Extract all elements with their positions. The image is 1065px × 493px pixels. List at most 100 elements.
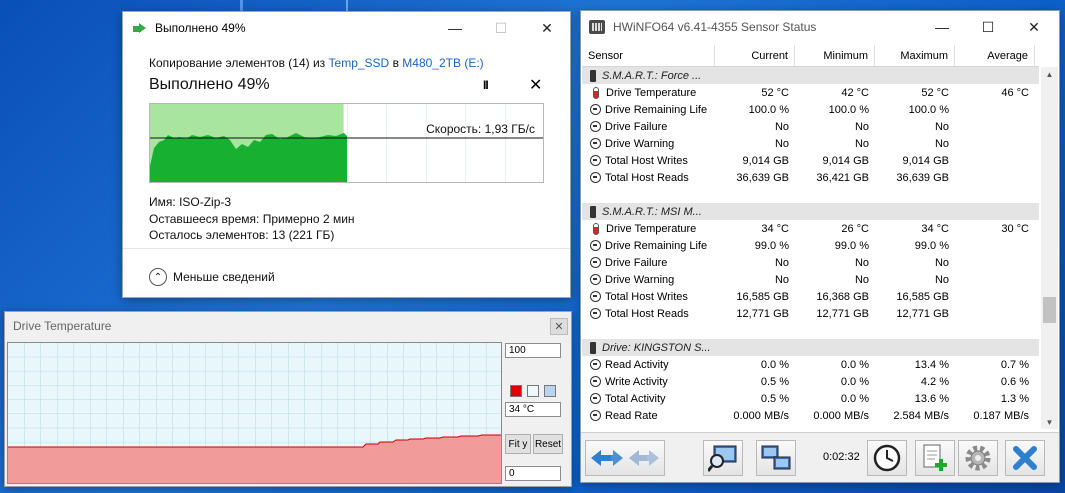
sensor-label: Drive Warning	[605, 273, 675, 286]
monitor-search-button[interactable]	[703, 440, 743, 476]
sensor-label: Drive Remaining Life	[605, 103, 708, 116]
sensor-gauge-icon	[590, 359, 601, 370]
temperature-graph-canvas	[8, 343, 501, 483]
clock-button[interactable]	[867, 440, 907, 476]
source-folder-link[interactable]: Temp_SSD	[329, 56, 390, 70]
grid-color-swatch[interactable]	[544, 385, 556, 397]
column-maximum[interactable]: Maximum	[875, 45, 955, 66]
reset-button[interactable]: Reset	[533, 434, 563, 454]
sensor-row[interactable]: Drive Remaining Life 100.0 % 100.0 % 100.0 …	[582, 101, 1039, 118]
copy-prefix-text: Копирование элементов (14) из	[149, 56, 326, 70]
sensor-gauge-icon	[590, 104, 601, 115]
sensor-row[interactable]: Total Host Writes 16,585 GB 16,368 GB 16,58…	[582, 288, 1039, 305]
maximum-cell: No	[934, 137, 949, 150]
maximum-cell: 100.0 %	[908, 103, 949, 116]
speed-graph-canvas	[150, 104, 543, 182]
sensor-name-cell: Total Host Writes	[582, 155, 715, 167]
sensor-group-cell: Drive: KINGSTON S...	[582, 341, 712, 354]
sensor-group-row[interactable]: S.M.A.R.T.: Force ...	[582, 67, 1039, 84]
column-sensor[interactable]: Sensor	[582, 45, 715, 66]
sensor-row[interactable]: Drive Temperature 34 °C 26 °C 34 °C 30 °C	[582, 220, 1039, 237]
sensor-group-row[interactable]: S.M.A.R.T.: MSI M...	[582, 203, 1039, 220]
maximum-cell: No	[934, 273, 949, 286]
items-remaining-value: 13 (221 ГБ)	[271, 228, 335, 242]
sensor-row[interactable]: Read Rate 0.000 MB/s 0.000 MB/s 2.584 MB/s 0…	[582, 407, 1039, 424]
maximize-button[interactable]: ☐	[965, 11, 1011, 43]
sensor-group-row[interactable]: Drive: KINGSTON S...	[582, 339, 1039, 356]
sensor-name-cell: Total Host Reads	[582, 308, 715, 320]
minimum-cell: 42 °C	[841, 86, 869, 99]
close-button[interactable]: ✕	[524, 12, 570, 44]
sensor-row[interactable]: Total Host Reads 36,639 GB 36,421 GB 36,639…	[582, 169, 1039, 186]
sensor-row[interactable]: Drive Warning No No No	[582, 135, 1039, 152]
sensor-row[interactable]: Write Activity 0.5 % 0.0 % 4.2 % 0.6 %	[582, 373, 1039, 390]
minimize-button[interactable]: —	[919, 11, 965, 43]
sensor-table: Sensor Current Minimum Maximum Average S…	[582, 45, 1039, 424]
sensor-label: Drive Failure	[605, 256, 668, 269]
average-cell: 0.7 %	[1000, 358, 1029, 371]
column-minimum[interactable]: Minimum	[795, 45, 875, 66]
graph-max-field[interactable]: 100	[505, 343, 561, 358]
average-cell: 30 °C	[1001, 222, 1029, 235]
sensor-group-cell: S.M.A.R.T.: Force ...	[582, 69, 712, 82]
less-details-toggle[interactable]: ⌃ Меньше сведений	[149, 268, 275, 286]
transfer-speed-graph: Скорость: 1,93 ГБ/с	[149, 103, 544, 183]
sensor-row[interactable]: Drive Remaining Life 99.0 % 99.0 % 99.0 %	[582, 237, 1039, 254]
sensor-row[interactable]: Drive Failure No No No	[582, 118, 1039, 135]
sensor-gauge-icon	[590, 376, 601, 387]
sensor-label: Total Host Reads	[605, 171, 689, 184]
sensor-row[interactable]: Total Host Reads 12,771 GB 12,771 GB 12,771…	[582, 305, 1039, 322]
minimum-cell: 9,014 GB	[822, 154, 869, 167]
settings-button[interactable]	[958, 440, 998, 476]
sensor-row[interactable]: Total Host Writes 9,014 GB 9,014 GB 9,014 G…	[582, 152, 1039, 169]
pause-button[interactable]: II	[483, 78, 489, 92]
close-x-icon	[1013, 446, 1037, 470]
copy-dialog-title: Выполнено 49%	[155, 21, 246, 35]
scroll-down-arrow[interactable]: ▼	[1041, 415, 1058, 429]
current-cell: 34 °C	[761, 222, 789, 235]
average-cell: 0.6 %	[1000, 375, 1029, 388]
current-cell: 0.000 MB/s	[733, 409, 789, 422]
close-button[interactable]: ✕	[1011, 11, 1057, 43]
vertical-scrollbar[interactable]: ▲ ▼	[1041, 67, 1058, 429]
minimum-cell: 16,368 GB	[816, 290, 869, 303]
sensor-row[interactable]: Drive Failure No No No	[582, 254, 1039, 271]
maximum-cell: 36,639 GB	[896, 171, 949, 184]
graph-min-field[interactable]: 0	[505, 466, 561, 481]
line-color-swatch[interactable]	[510, 385, 522, 397]
sensor-row[interactable]: Read Activity 0.0 % 0.0 % 13.4 % 0.7 %	[582, 356, 1039, 373]
sensor-row[interactable]: Drive Temperature 52 °C 42 °C 52 °C 46 °C	[582, 84, 1039, 101]
sensor-gauge-icon	[590, 155, 601, 166]
scrollbar-thumb[interactable]	[1043, 297, 1056, 323]
in-word-text: в	[392, 56, 399, 70]
background-color-swatch[interactable]	[527, 385, 539, 397]
column-average[interactable]: Average	[955, 45, 1035, 66]
stop-button[interactable]: ✕	[529, 75, 542, 95]
sensor-row[interactable]: Total Activity 0.5 % 0.0 % 13.6 % 1.3 %	[582, 390, 1039, 407]
sensor-label: Drive Failure	[605, 120, 668, 133]
exit-button[interactable]	[1005, 440, 1045, 476]
sensor-name-cell: Drive Warning	[582, 138, 715, 150]
drive-icon	[590, 341, 596, 354]
sensor-name-cell: Total Host Writes	[582, 291, 715, 303]
minimum-cell: 12,771 GB	[816, 307, 869, 320]
scroll-up-arrow[interactable]: ▲	[1041, 67, 1058, 81]
copy-description: Копирование элементов (14) из Temp_SSD в…	[149, 56, 484, 70]
column-current[interactable]: Current	[715, 45, 795, 66]
sensor-label: Drive Warning	[605, 137, 675, 150]
sensor-name-cell: Drive Warning	[582, 274, 715, 286]
temp-close-button[interactable]: ✕	[550, 318, 568, 335]
network-button[interactable]	[756, 440, 796, 476]
fit-y-button[interactable]: Fit y	[505, 434, 531, 454]
network-icon	[761, 445, 791, 470]
navigate-arrows-button[interactable]	[585, 440, 665, 476]
items-remaining-row: Осталось элементов: 13 (221 ГБ)	[149, 228, 334, 242]
add-report-button[interactable]	[915, 440, 955, 476]
minimize-button[interactable]: —	[432, 12, 478, 44]
destination-drive-link[interactable]: M480_2TB (E:)	[402, 56, 483, 70]
maximum-cell: No	[934, 120, 949, 133]
minimum-cell: 99.0 %	[834, 239, 869, 252]
sensor-label: Total Host Writes	[605, 154, 688, 167]
sensor-label: Write Activity	[605, 375, 668, 388]
sensor-row[interactable]: Drive Warning No No No	[582, 271, 1039, 288]
